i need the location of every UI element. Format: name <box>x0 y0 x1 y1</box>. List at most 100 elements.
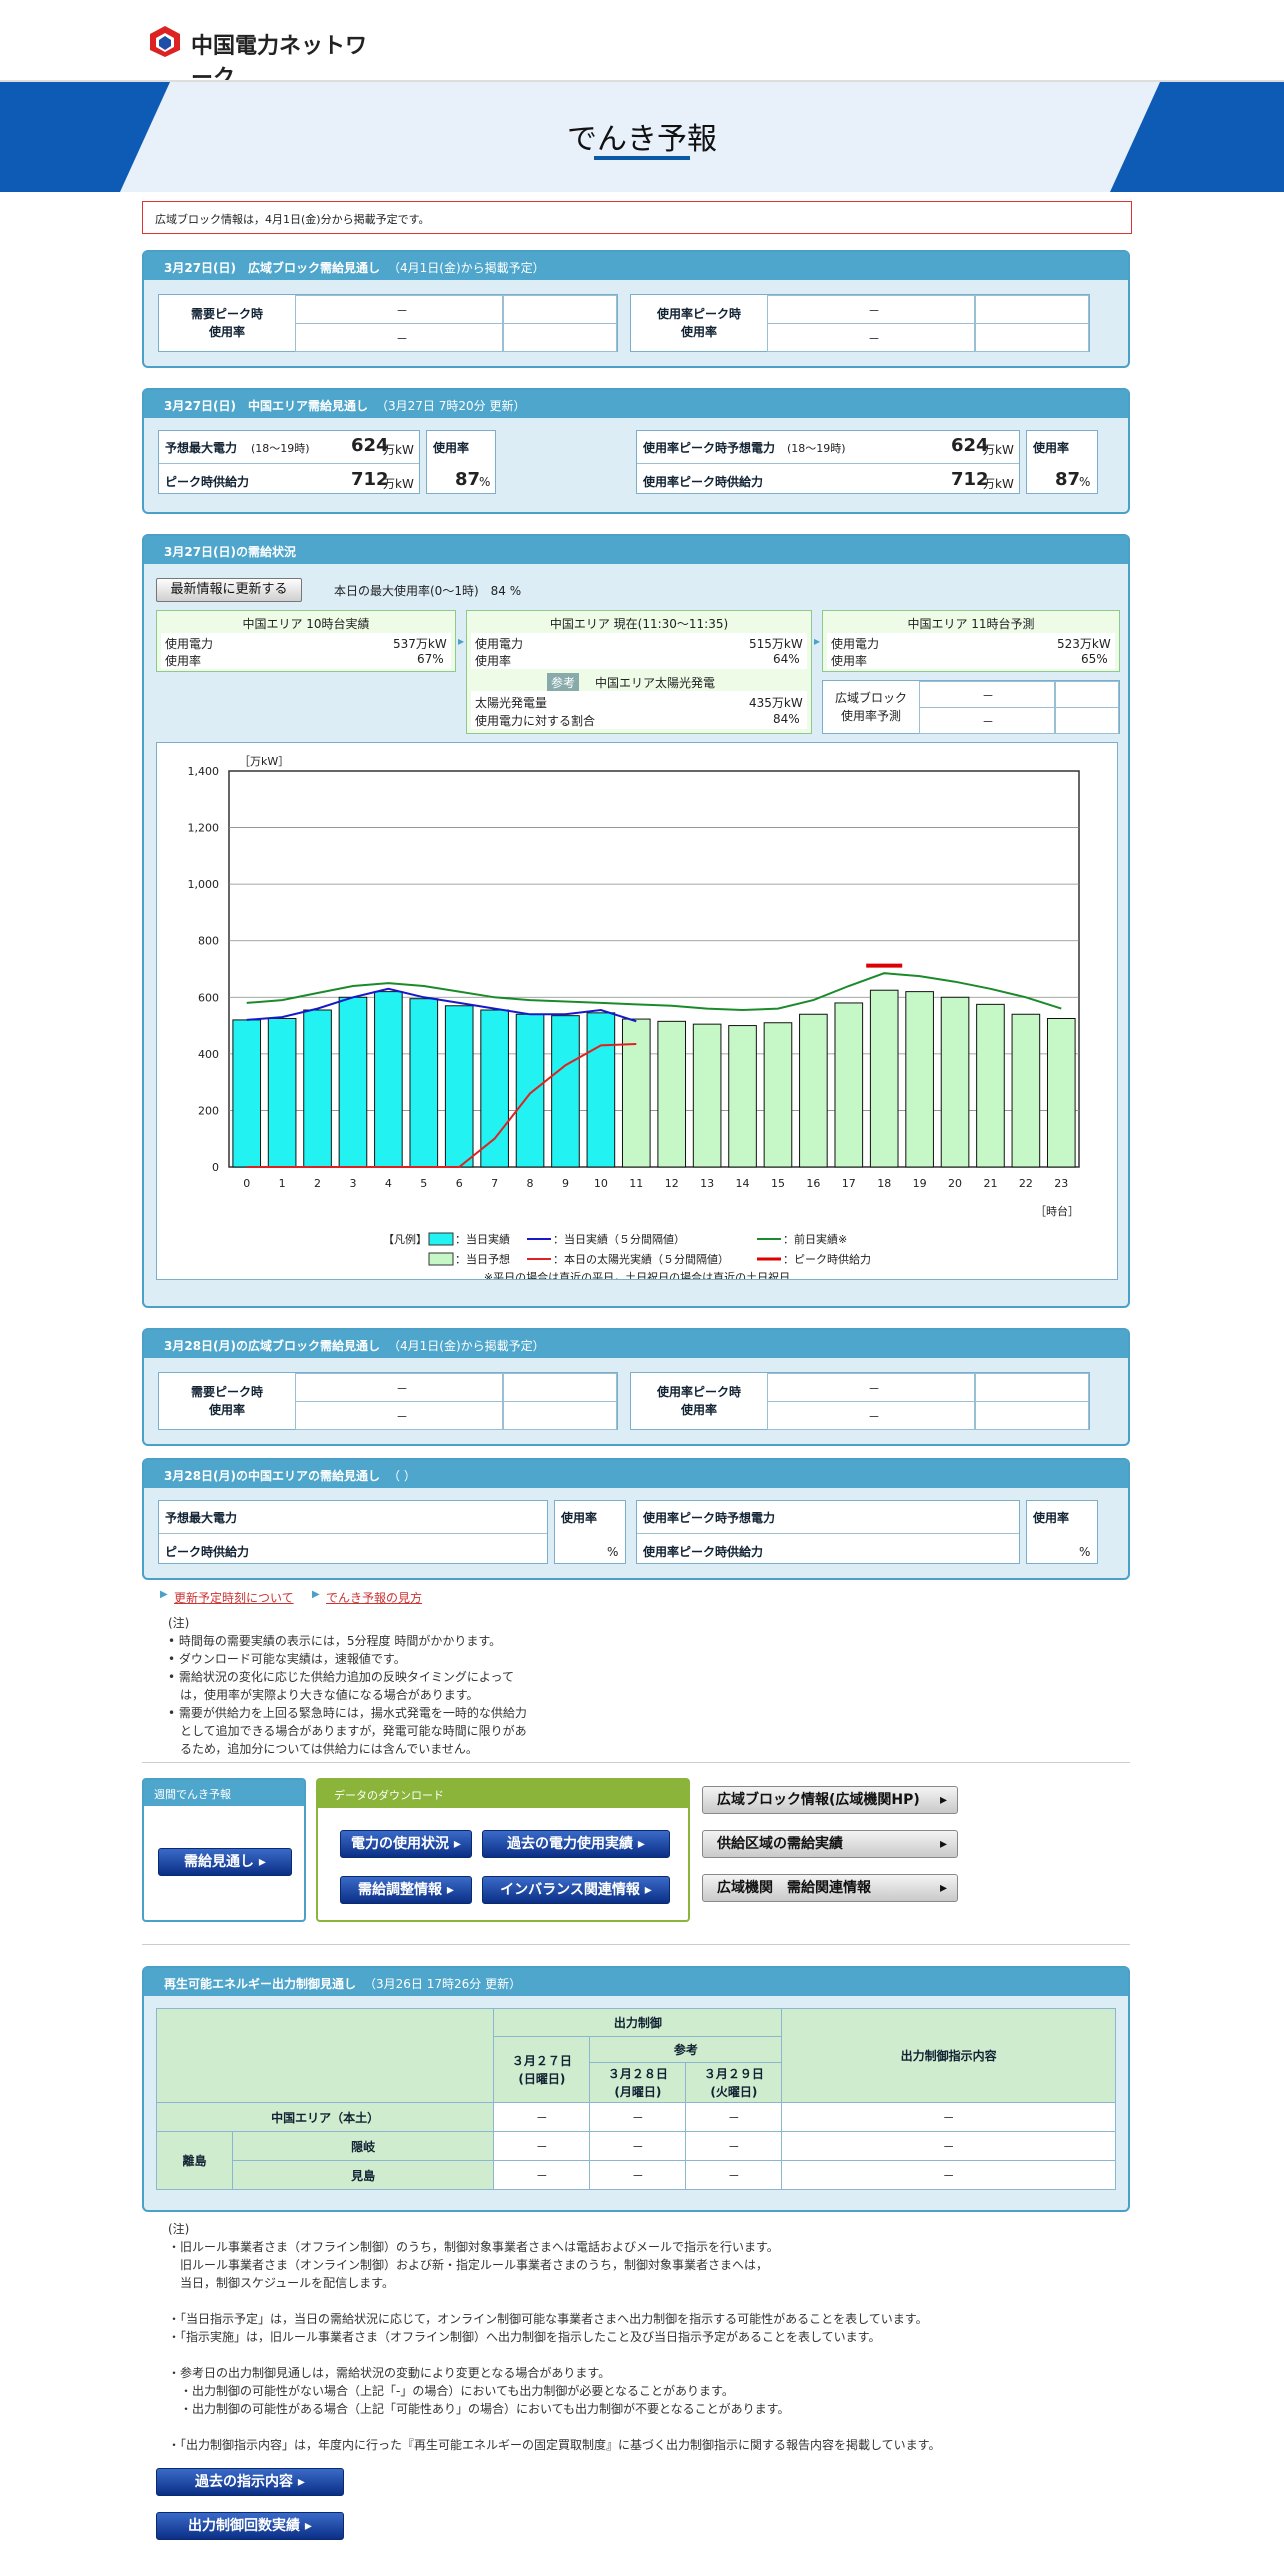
dash: － <box>396 1410 409 1424</box>
date-27-header: ３月２７日 (日曜日) <box>493 2036 591 2103</box>
arrow-icon: ▸ <box>814 634 821 648</box>
value: 523万kW <box>1057 637 1111 651</box>
rate-peak-label: 使用率ピーク時 <box>656 1385 741 1399</box>
forecast-bar <box>976 1003 1005 1168</box>
pct: % <box>1079 1545 1091 1559</box>
rate-value: 87 <box>1055 469 1081 490</box>
actual-bar <box>374 991 403 1168</box>
button-label: 電力の使用状況 <box>351 1836 450 1852</box>
rsup-label: 使用率ピーク時供給力 <box>643 475 764 489</box>
date-29-header: ３月２９日 (火曜日) <box>685 2062 783 2103</box>
label: 使用電力 <box>475 637 524 651</box>
demand-chart-svg: 02004006008001,0001,2001,400［万kW］［時台］0 1 2… <box>188 755 1080 1284</box>
power-usage-button[interactable]: 電力の使用状況 ▸ <box>340 1830 472 1858</box>
x-tick-label: 6 <box>456 1177 463 1190</box>
forecast-max-box: 予想最大電力 (18～19時) 624 万kW ピーク時供給力 712 万kW <box>158 430 420 494</box>
rate-peak-forecast-box: 使用率ピーク時予想電力 (18～19時) 624 万kW 使用率ピーク時供給力 … <box>636 430 1020 494</box>
company-logo[interactable]: 中国電力ネットワーク <box>147 24 387 91</box>
value: 435万kW <box>749 696 803 710</box>
actual-bar <box>444 1005 474 1168</box>
rpk-range: (18～19時) <box>787 442 846 455</box>
wide-block-hp-button[interactable]: 広域ブロック情報(広域機関HP) ▸ <box>702 1786 958 1814</box>
actual-10-box: 中国エリア 10時台実績 使用電力 537万kW 使用率 67% <box>156 610 456 672</box>
wide-block-today-panel: 3月27日(日) 広域ブロック需給見通し （4月1日(金)から掲載予定） 需要ピー… <box>142 250 1130 368</box>
x-tick-label: 23 <box>1054 1177 1068 1190</box>
row-label: 隠岐 <box>231 2131 495 2161</box>
rate-box-2: 使用率 % <box>1026 1500 1098 1564</box>
forecast-bar <box>657 1020 687 1168</box>
update-time-link[interactable]: 更新予定時刻について <box>174 1589 294 1606</box>
occto-info-button[interactable]: 広域機関 需給関連情報 ▸ <box>702 1874 958 1902</box>
divider <box>142 1944 1130 1945</box>
x-tick-label: 5 <box>420 1177 427 1190</box>
dash: － <box>982 715 995 729</box>
x-tick-label: 3 <box>349 1177 356 1190</box>
page-title: でんき予報 <box>567 122 717 157</box>
label: 使用電力に対する割合 <box>475 714 596 728</box>
demand-peak-label: 需要ピーク時 <box>190 1385 263 1399</box>
supply-area-results-button[interactable]: 供給区域の需給実績 ▸ <box>702 1830 958 1858</box>
label: 使用電力 <box>831 637 880 651</box>
label: 使用率 <box>165 654 202 668</box>
actual-bar <box>303 1009 332 1168</box>
max-label: 予想最大電力 <box>165 441 238 455</box>
table-row: 見島 －－－－ <box>157 2160 1116 2190</box>
value: 64% <box>773 652 800 666</box>
button-label: 過去の指示内容 <box>195 2474 294 2490</box>
note-line: として追加できる場合がありますが，発電可能な時間に限りがあ <box>180 1724 527 1738</box>
supply-adjust-button[interactable]: 需給調整情報 ▸ <box>340 1876 472 1904</box>
panel-title: 再生可能エネルギー出力制御見通し （3月26日 17時26分 更新） <box>144 1968 1128 1996</box>
x-tick-label: 21 <box>983 1177 997 1190</box>
demand-peak-label2: 使用率 <box>208 325 245 339</box>
forecast-bar <box>1046 1018 1076 1168</box>
note-line: (注) <box>168 2222 190 2236</box>
label: 使用電力 <box>165 637 214 651</box>
pct: % <box>607 1545 619 1559</box>
curtailment-count-button[interactable]: 出力制御回数実績 ▸ <box>156 2512 344 2540</box>
rate-label: 使用率 <box>561 1511 598 1525</box>
legend-forecast: ：当日予想 <box>455 1252 510 1266</box>
download-box: データのダウンロード 電力の使用状況 ▸ 過去の電力使用実績 ▸ 需給調整情報 … <box>316 1778 690 1922</box>
y-unit-label: ［万kW］ <box>239 755 289 768</box>
label: 広域ブロック <box>835 691 908 705</box>
arrow-icon: ▸ <box>458 634 465 648</box>
panel-title-text: 3月28日(月)の中国エリアの需給見通し <box>164 1469 381 1483</box>
panel-subtitle: （ ） <box>388 1469 416 1483</box>
button-label: 出力制御回数実績 <box>188 2518 301 2534</box>
rpk-label: 使用率ピーク時予想電力 <box>643 441 776 455</box>
imbalance-button[interactable]: インバランス関連情報 ▸ <box>482 1876 670 1904</box>
box-title: 中国エリア 現在(11:30～11:35) <box>549 617 729 631</box>
past-usage-button[interactable]: 過去の電力使用実績 ▸ <box>482 1830 670 1858</box>
max-rate-text: 本日の最大使用率(0～1時) 84 % <box>334 584 522 598</box>
note-line: (注) <box>168 1616 190 1630</box>
forecast-bar <box>692 1023 722 1168</box>
row-label: 離島 <box>156 2131 233 2190</box>
current-box: 中国エリア 現在(11:30～11:35) 使用電力 515万kW 使用率 64… <box>466 610 812 734</box>
dash: － <box>396 304 409 318</box>
panel-title-text: 3月27日(日) 中国エリア需給見通し <box>164 399 369 413</box>
past-instructions-button[interactable]: 過去の指示内容 ▸ <box>156 2468 344 2496</box>
note-line: は，使用率が実際より大きな値になる場合があります。 <box>180 1688 479 1702</box>
supply-outlook-button[interactable]: 需給見通し ▸ <box>158 1848 292 1876</box>
weekly-box: 週間でんき予報 需給見通し ▸ <box>142 1778 306 1922</box>
panel-title: 3月28日(月)の中国エリアの需給見通し （ ） <box>144 1460 1128 1488</box>
box-title: 中国エリア 10時台実績 <box>242 617 370 631</box>
note-line: 旧ルール事業者さま（オンライン制御）および新・指定ルール事業者さまのうち，制御対… <box>168 2258 769 2272</box>
y-tick-label: 400 <box>198 1048 219 1061</box>
rate-box-2: 使用率 87 % <box>1026 430 1098 494</box>
cell: － <box>685 2102 783 2132</box>
x-tick-label: 22 <box>1019 1177 1033 1190</box>
how-to-read-link[interactable]: でんき予報の見方 <box>326 1589 422 1606</box>
actual-bar <box>515 1013 545 1168</box>
refresh-button[interactable]: 最新情報に更新する <box>156 578 302 602</box>
box-title: 中国エリア 11時台予測 <box>907 617 1035 631</box>
x-tick-label: 10 <box>594 1177 608 1190</box>
forecast-bar <box>940 996 970 1168</box>
actual-bar <box>586 1012 616 1168</box>
x-tick-label: 20 <box>948 1177 962 1190</box>
note-line: ・出力制御の可能性がない場合（上記「-」の場合）においても出力制御が必要となるこ… <box>168 2384 734 2398</box>
forecast-bar <box>834 1002 864 1168</box>
x-tick-label: 0 <box>243 1177 250 1190</box>
cell: － <box>685 2160 783 2190</box>
rpk-label: 使用率ピーク時予想電力 <box>643 1511 776 1525</box>
